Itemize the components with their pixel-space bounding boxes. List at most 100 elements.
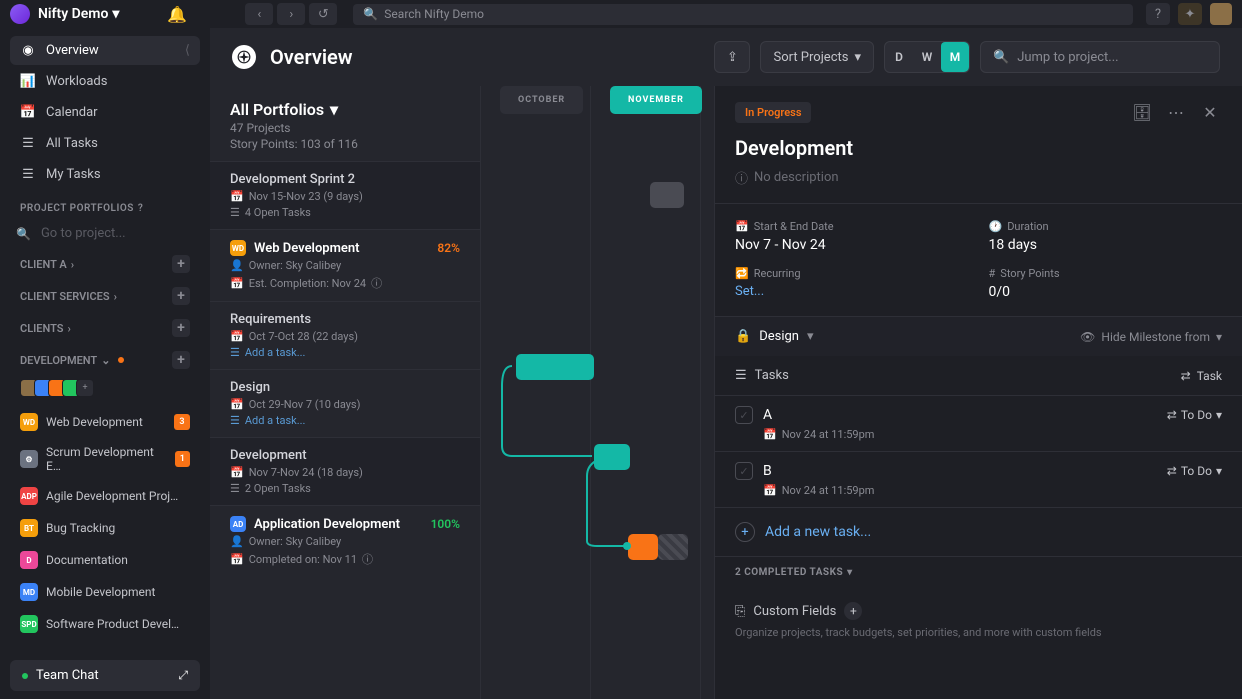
task-checkbox[interactable] [735,406,753,424]
gantt-bar[interactable] [594,444,630,470]
milestone-title[interactable]: Development [715,132,1242,168]
help-button[interactable]: ? [1146,3,1170,25]
add-new-task[interactable]: +Add a new task... [715,508,1242,557]
chevron-right-icon: › [114,290,117,303]
notification-dot [118,357,124,363]
portfolio-title[interactable]: All Portfolios▾ [230,100,460,119]
add-task-link[interactable]: ☰Add a task... [230,346,460,359]
date-range[interactable]: Nov 7 - Nov 24 [735,237,969,253]
project-docs[interactable]: DDocumentation [10,545,200,575]
bell-icon[interactable]: 🔔 [167,5,187,24]
nav-calendar[interactable]: 📅Calendar [10,98,200,127]
project-web-dev[interactable]: WDWeb Development3 [10,407,200,437]
list-icon: ☰ [735,368,747,383]
calendar-icon: 📅 [230,277,244,290]
team-chat-button[interactable]: Team Chat⤢ [10,660,200,691]
project-scrum[interactable]: ⚙Scrum Development E…1 [10,439,200,479]
swap-icon: ⇄ [1167,408,1177,422]
hide-milestone-toggle[interactable]: 👁Hide Milestone from▾ [1080,330,1222,344]
completed-tasks-toggle[interactable]: 2 COMPLETED TASKS▾ [715,557,1242,588]
nav-back-button[interactable]: ‹ [245,3,273,25]
add-member-button[interactable]: + [76,379,94,397]
portfolio-client-a[interactable]: CLIENT A›+ [10,249,200,279]
task-item[interactable]: A⇄To Do▾ 📅Nov 24 at 11:59pm [715,396,1242,452]
nav-workloads[interactable]: 📊Workloads [10,67,200,96]
task-item[interactable]: B⇄To Do▾ 📅Nov 24 at 11:59pm [715,452,1242,508]
add-project-button[interactable]: + [172,351,190,369]
view-day[interactable]: D [885,42,913,72]
user-avatar[interactable] [1210,3,1232,25]
jump-to-project[interactable]: 🔍Jump to project... [980,41,1220,73]
collapse-sidebar-icon[interactable]: ⟨ [185,43,190,58]
overview-icon [232,45,256,69]
gantt-bar[interactable] [650,182,684,208]
recurring-set[interactable]: Set... [735,284,969,299]
add-task-link[interactable]: ☰Add a task... [230,414,460,427]
task-status-select[interactable]: ⇄To Do▾ [1167,408,1222,422]
upgrade-button[interactable]: ✦ [1178,3,1202,25]
portfolio-development[interactable]: DEVELOPMENT⌄+ [10,345,200,375]
nav-my-tasks[interactable]: ☰My Tasks [10,160,200,189]
nav-all-tasks[interactable]: ☰All Tasks [10,129,200,158]
view-week[interactable]: W [913,42,941,72]
plus-icon: + [735,522,755,542]
archive-button[interactable]: 🗄 [1130,100,1154,124]
add-project-button[interactable]: + [172,255,190,273]
chevron-down-icon: ⌄ [101,354,110,367]
project-search-input[interactable] [31,220,194,247]
timeline-row[interactable]: Development Sprint 2 📅Nov 15-Nov 23 (9 d… [210,161,480,229]
close-button[interactable]: ✕ [1198,100,1222,124]
project-software[interactable]: SPDSoftware Product Devel… [10,609,200,639]
gantt-bar[interactable] [516,354,594,380]
timeline-row[interactable]: WDWeb Development82% 👤Owner: Sky Calibey… [210,229,480,301]
gantt-bar[interactable] [658,534,688,560]
chevron-down-icon: ▾ [330,100,338,119]
compass-icon: ◉ [20,43,36,58]
workspace-switcher[interactable]: Nifty Demo▾ [38,6,119,22]
add-project-button[interactable]: + [172,287,190,305]
project-badge: SPD [20,615,38,633]
portfolio-clients[interactable]: CLIENTS›+ [10,313,200,343]
status-badge[interactable]: In Progress [735,102,811,123]
project-agile[interactable]: ADPAgile Development Proj… [10,481,200,511]
add-field-button[interactable]: + [844,602,862,620]
history-button[interactable]: ↺ [309,3,337,25]
view-month[interactable]: M [941,42,969,72]
share-button[interactable]: ⇪ [714,41,750,73]
nav-forward-button[interactable]: › [277,3,305,25]
timeline-row[interactable]: Requirements 📅Oct 7-Oct 28 (22 days) ☰Ad… [210,301,480,369]
portfolio-count: 47 Projects [230,121,460,135]
more-button[interactable]: ⋯ [1164,100,1188,124]
info-icon[interactable]: ⓘ [371,275,382,291]
chevron-down-icon[interactable]: ▾ [807,329,814,344]
timeline-row-active[interactable]: Development 📅Nov 7-Nov 24 (18 days) ☰2 O… [210,437,480,505]
timeline-row[interactable]: Design 📅Oct 29-Nov 7 (10 days) ☰Add a ta… [210,369,480,437]
task-status-select[interactable]: ⇄To Do▾ [1167,464,1222,478]
global-search[interactable]: 🔍 Search Nifty Demo [353,4,1133,25]
chevron-down-icon: ▾ [1216,330,1222,344]
section-name[interactable]: Design [759,329,799,344]
timeline-row[interactable]: ADApplication Development100% 👤Owner: Sk… [210,505,480,577]
notification-count: 1 [175,451,190,467]
calendar-icon: 📅 [20,105,36,120]
portfolio-client-services[interactable]: CLIENT SERVICES›+ [10,281,200,311]
nav-overview[interactable]: ◉Overview⟨ [10,36,200,65]
calendar-icon: 📅 [763,484,777,497]
info-icon[interactable]: ⓘ [362,551,373,567]
add-task-button[interactable]: ⇄Task [1181,369,1222,383]
project-mobile[interactable]: MDMobile Development [10,577,200,607]
info-icon[interactable]: ? [138,203,143,214]
gantt-chart[interactable]: OCTOBER NOVEMBER [480,86,714,699]
chevron-right-icon: › [71,258,74,271]
gantt-bar[interactable] [628,534,658,560]
list-icon: ☰ [230,414,240,427]
sort-button[interactable]: Sort Projects▾ [760,41,874,73]
description-field[interactable]: ⓘNo description [715,168,1242,204]
add-project-button[interactable]: + [172,319,190,337]
project-badge: MD [20,583,38,601]
user-icon: 👤 [230,259,244,272]
hash-icon: # [989,267,996,280]
project-bug[interactable]: BTBug Tracking [10,513,200,543]
calendar-icon: 📅 [230,330,244,343]
task-checkbox[interactable] [735,462,753,480]
